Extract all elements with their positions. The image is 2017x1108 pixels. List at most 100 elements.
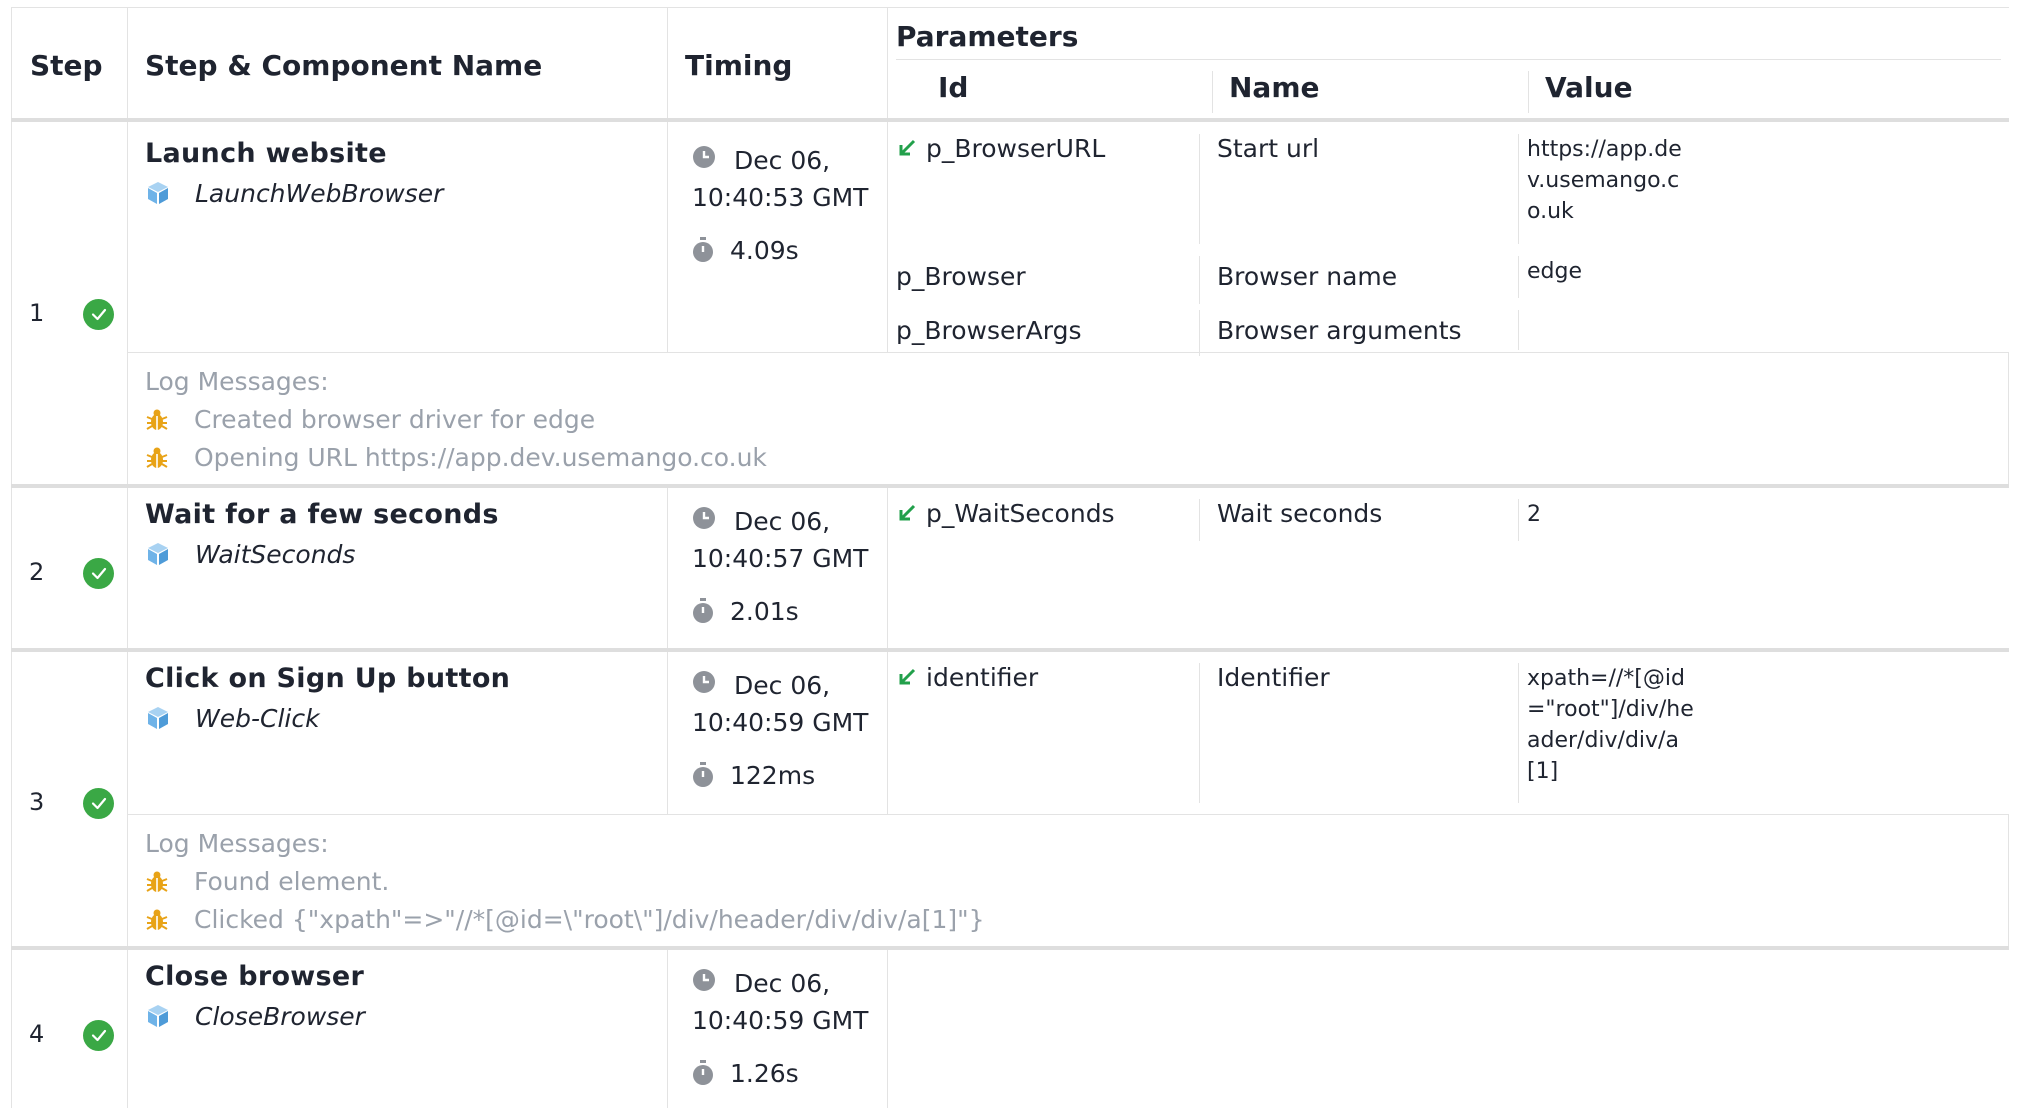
bug-icon bbox=[146, 909, 168, 930]
log-messages-row: Log Messages: Found element. Clicked {"x… bbox=[12, 814, 2009, 948]
duration: 122ms bbox=[730, 760, 816, 790]
parameters-cell: p_BrowserURL Start url https://app.dev.u… bbox=[888, 120, 2009, 356]
param-row: p_Browser Browser name edge bbox=[888, 255, 2009, 304]
timing-cell: Dec 06, 10:40:57 GMT 2.01s bbox=[667, 485, 888, 650]
component-name[interactable]: LaunchWebBrowser bbox=[145, 179, 667, 208]
log-entry: Found element. bbox=[145, 863, 2008, 901]
param-id: p_BrowserArgs bbox=[896, 315, 1082, 345]
log-messages-row: Log Messages: Created browser driver for… bbox=[12, 352, 2009, 486]
duration: 2.01s bbox=[730, 596, 799, 626]
table-row[interactable]: 1 Launch website LaunchWebBrowser Dec 06… bbox=[11, 119, 2009, 486]
param-name-header: Name bbox=[1212, 71, 1320, 113]
step-title: Launch website bbox=[145, 137, 387, 169]
input-arrow-icon bbox=[899, 504, 916, 520]
step-number: 2 bbox=[29, 557, 45, 586]
param-row: p_BrowserArgs Browser arguments bbox=[888, 309, 2009, 356]
component-name[interactable]: Web-Click bbox=[145, 704, 667, 733]
component-name[interactable]: WaitSeconds bbox=[145, 540, 667, 569]
param-row: p_WaitSeconds Wait seconds 2 bbox=[888, 498, 2009, 541]
param-value bbox=[1518, 309, 1697, 350]
step-title: Click on Sign Up button bbox=[145, 662, 511, 694]
stopwatch-icon bbox=[693, 762, 713, 787]
param-id: p_BrowserURL bbox=[926, 133, 1106, 163]
log-messages-label: Log Messages: bbox=[145, 829, 329, 858]
success-check-icon bbox=[83, 298, 114, 330]
success-check-icon bbox=[83, 557, 114, 589]
duration: 4.09s bbox=[730, 235, 799, 265]
param-id: identifier bbox=[926, 662, 1039, 692]
component-name[interactable]: CloseBrowser bbox=[145, 1002, 667, 1031]
table-row[interactable]: 4 Close browser CloseBrowser Dec 06, 10:4… bbox=[11, 947, 2009, 1108]
param-value: edge bbox=[1518, 255, 1697, 298]
success-check-icon bbox=[83, 1019, 114, 1051]
component-cube-icon bbox=[148, 543, 168, 565]
step-number-cell: 1 bbox=[11, 119, 128, 486]
input-arrow-icon bbox=[899, 139, 916, 155]
log-entry: Opening URL https://app.dev.usemango.co.… bbox=[145, 439, 2008, 477]
clock-icon bbox=[693, 670, 715, 693]
clock-icon bbox=[693, 145, 715, 168]
log-messages: Log Messages: Created browser driver for… bbox=[128, 353, 2008, 477]
timing-cell: Dec 06, 10:40:59 GMT 122ms bbox=[667, 649, 888, 815]
timing-cell: Dec 06, 10:40:53 GMT 4.09s bbox=[667, 119, 888, 353]
step-number: 1 bbox=[29, 298, 45, 327]
start-date: Dec 06, bbox=[734, 506, 831, 536]
input-arrow-icon bbox=[899, 668, 916, 684]
start-time: 10:40:59 GMT bbox=[692, 707, 869, 737]
param-value: xpath=//*[@id="root"]/div/header/div/div… bbox=[1518, 662, 1697, 803]
param-name: Wait seconds bbox=[1199, 498, 1382, 541]
start-time: 10:40:57 GMT bbox=[692, 543, 869, 573]
start-date: Dec 06, bbox=[734, 670, 831, 700]
param-row: identifier Identifier xpath=//*[@id="roo… bbox=[888, 662, 2009, 803]
bug-icon bbox=[146, 871, 168, 892]
table-row[interactable]: 3 Click on Sign Up button Web-Click Dec … bbox=[11, 649, 2009, 948]
param-row: p_BrowserURL Start url https://app.dev.u… bbox=[888, 133, 2009, 244]
parameters-cell: p_WaitSeconds Wait seconds 2 bbox=[888, 486, 2009, 650]
log-messages: Log Messages: Found element. Clicked {"x… bbox=[128, 815, 2008, 939]
parameters-cell: identifier Identifier xpath=//*[@id="roo… bbox=[888, 650, 2009, 815]
log-entry: Created browser driver for edge bbox=[145, 401, 2008, 439]
step-title: Close browser bbox=[145, 960, 365, 992]
param-id: p_WaitSeconds bbox=[926, 498, 1115, 528]
param-value: 2 bbox=[1518, 498, 1697, 541]
step-number: 4 bbox=[29, 1019, 45, 1048]
table-header: Step Step & Component Name Timing Parame… bbox=[11, 7, 2009, 120]
header-step-name: Step & Component Name bbox=[127, 7, 668, 120]
step-name-cell: Click on Sign Up button Web-Click bbox=[127, 649, 668, 815]
parameters-title: Parameters bbox=[896, 20, 1079, 53]
param-name: Start url bbox=[1199, 133, 1319, 244]
step-name-cell: Wait for a few seconds WaitSeconds bbox=[127, 485, 668, 650]
param-id-header: Id bbox=[938, 71, 969, 104]
log-messages-label: Log Messages: bbox=[145, 367, 329, 396]
stopwatch-icon bbox=[693, 1060, 713, 1085]
param-value: https://app.dev.usemango.co.uk bbox=[1518, 133, 1697, 244]
step-name-cell: Close browser CloseBrowser bbox=[127, 947, 668, 1108]
steps-table: Step Step & Component Name Timing Parame… bbox=[11, 7, 2009, 1108]
step-number: 3 bbox=[29, 787, 45, 816]
stopwatch-icon bbox=[693, 598, 713, 623]
stopwatch-icon bbox=[693, 237, 713, 262]
header-step: Step bbox=[11, 7, 128, 120]
step-number-cell: 3 bbox=[11, 649, 128, 948]
step-name-cell: Launch website LaunchWebBrowser bbox=[127, 119, 668, 353]
component-cube-icon bbox=[148, 182, 168, 204]
start-time: 10:40:59 GMT bbox=[692, 1005, 869, 1035]
component-cube-icon bbox=[148, 1005, 168, 1027]
success-check-icon bbox=[83, 787, 114, 819]
test-report: Step Step & Component Name Timing Parame… bbox=[11, 7, 2009, 1108]
step-number-cell: 2 bbox=[11, 485, 128, 650]
param-name: Browser arguments bbox=[1199, 309, 1462, 356]
step-number-cell: 4 bbox=[11, 947, 128, 1108]
param-name: Browser name bbox=[1199, 255, 1397, 304]
param-name: Identifier bbox=[1199, 662, 1330, 803]
param-id: p_Browser bbox=[896, 261, 1026, 291]
duration: 1.26s bbox=[730, 1058, 799, 1088]
clock-icon bbox=[693, 506, 715, 529]
parameters-cell bbox=[888, 948, 2009, 1108]
table-row[interactable]: 2 Wait for a few seconds WaitSeconds Dec… bbox=[11, 485, 2009, 650]
component-cube-icon bbox=[148, 707, 168, 729]
start-date: Dec 06, bbox=[734, 968, 831, 998]
timing-cell: Dec 06, 10:40:59 GMT 1.26s bbox=[667, 947, 888, 1108]
step-title: Wait for a few seconds bbox=[145, 498, 499, 530]
header-parameters: Parameters Id Name Value bbox=[888, 8, 2009, 120]
